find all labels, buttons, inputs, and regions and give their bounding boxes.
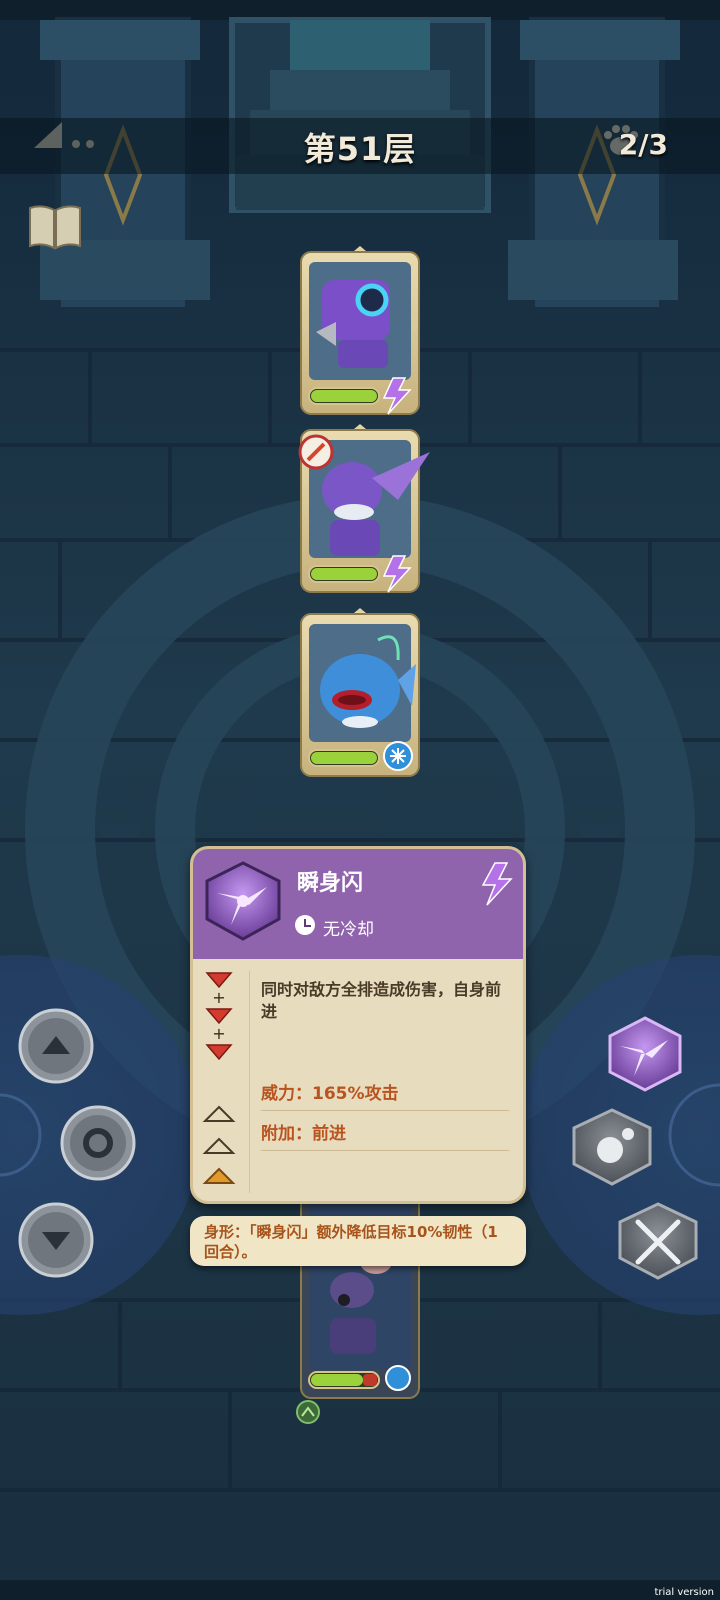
enemy-card-drill-robot[interactable] <box>300 246 420 415</box>
player-card-mouse[interactable] <box>296 1175 420 1424</box>
skill-extra-effect: 附加：前进 <box>261 1119 509 1151</box>
skill-name: 瞬身闪 <box>297 871 364 896</box>
water-drop-icon <box>597 1137 623 1163</box>
move-up-button[interactable] <box>18 1008 94 1084</box>
lightning-icon <box>481 862 513 906</box>
target-row-indicator: + + <box>205 972 233 1061</box>
floor-title: 第51层 <box>303 130 417 168</box>
stay-button[interactable] <box>60 1105 136 1181</box>
book-icon[interactable] <box>29 205 81 250</box>
tooltip-divider <box>249 971 250 1193</box>
ice-icon <box>385 1365 411 1391</box>
passive-note: 身形：「瞬身闪」额外降低目标10%韧性（1回合）。 <box>190 1216 526 1266</box>
skill-hex-icon <box>205 861 281 941</box>
level-up-icon <box>296 1400 320 1424</box>
game-background <box>0 0 720 1600</box>
clock-icon <box>295 915 315 935</box>
skill-power: 威力：165%攻击 <box>261 1079 509 1111</box>
enemy-card-bat-creature[interactable] <box>298 424 430 593</box>
skill-tooltip: + + 瞬身闪 无冷却 同时对敌方全排造成伤害，自身前进 威力：165%攻击 附… <box>190 846 526 1204</box>
cooldown-text: 无冷却 <box>323 920 374 940</box>
svg-text:+: + <box>212 1024 225 1043</box>
skill-description: 同时对敌方全排造成伤害，自身前进 <box>261 980 502 1021</box>
svg-text:+: + <box>212 988 225 1007</box>
position-indicator <box>202 1105 236 1184</box>
trial-watermark: trial version <box>654 1587 714 1598</box>
move-down-button[interactable] <box>18 1202 94 1278</box>
enemy-card-blue-fish[interactable] <box>300 608 420 777</box>
team-count: 2/3 <box>618 128 668 161</box>
